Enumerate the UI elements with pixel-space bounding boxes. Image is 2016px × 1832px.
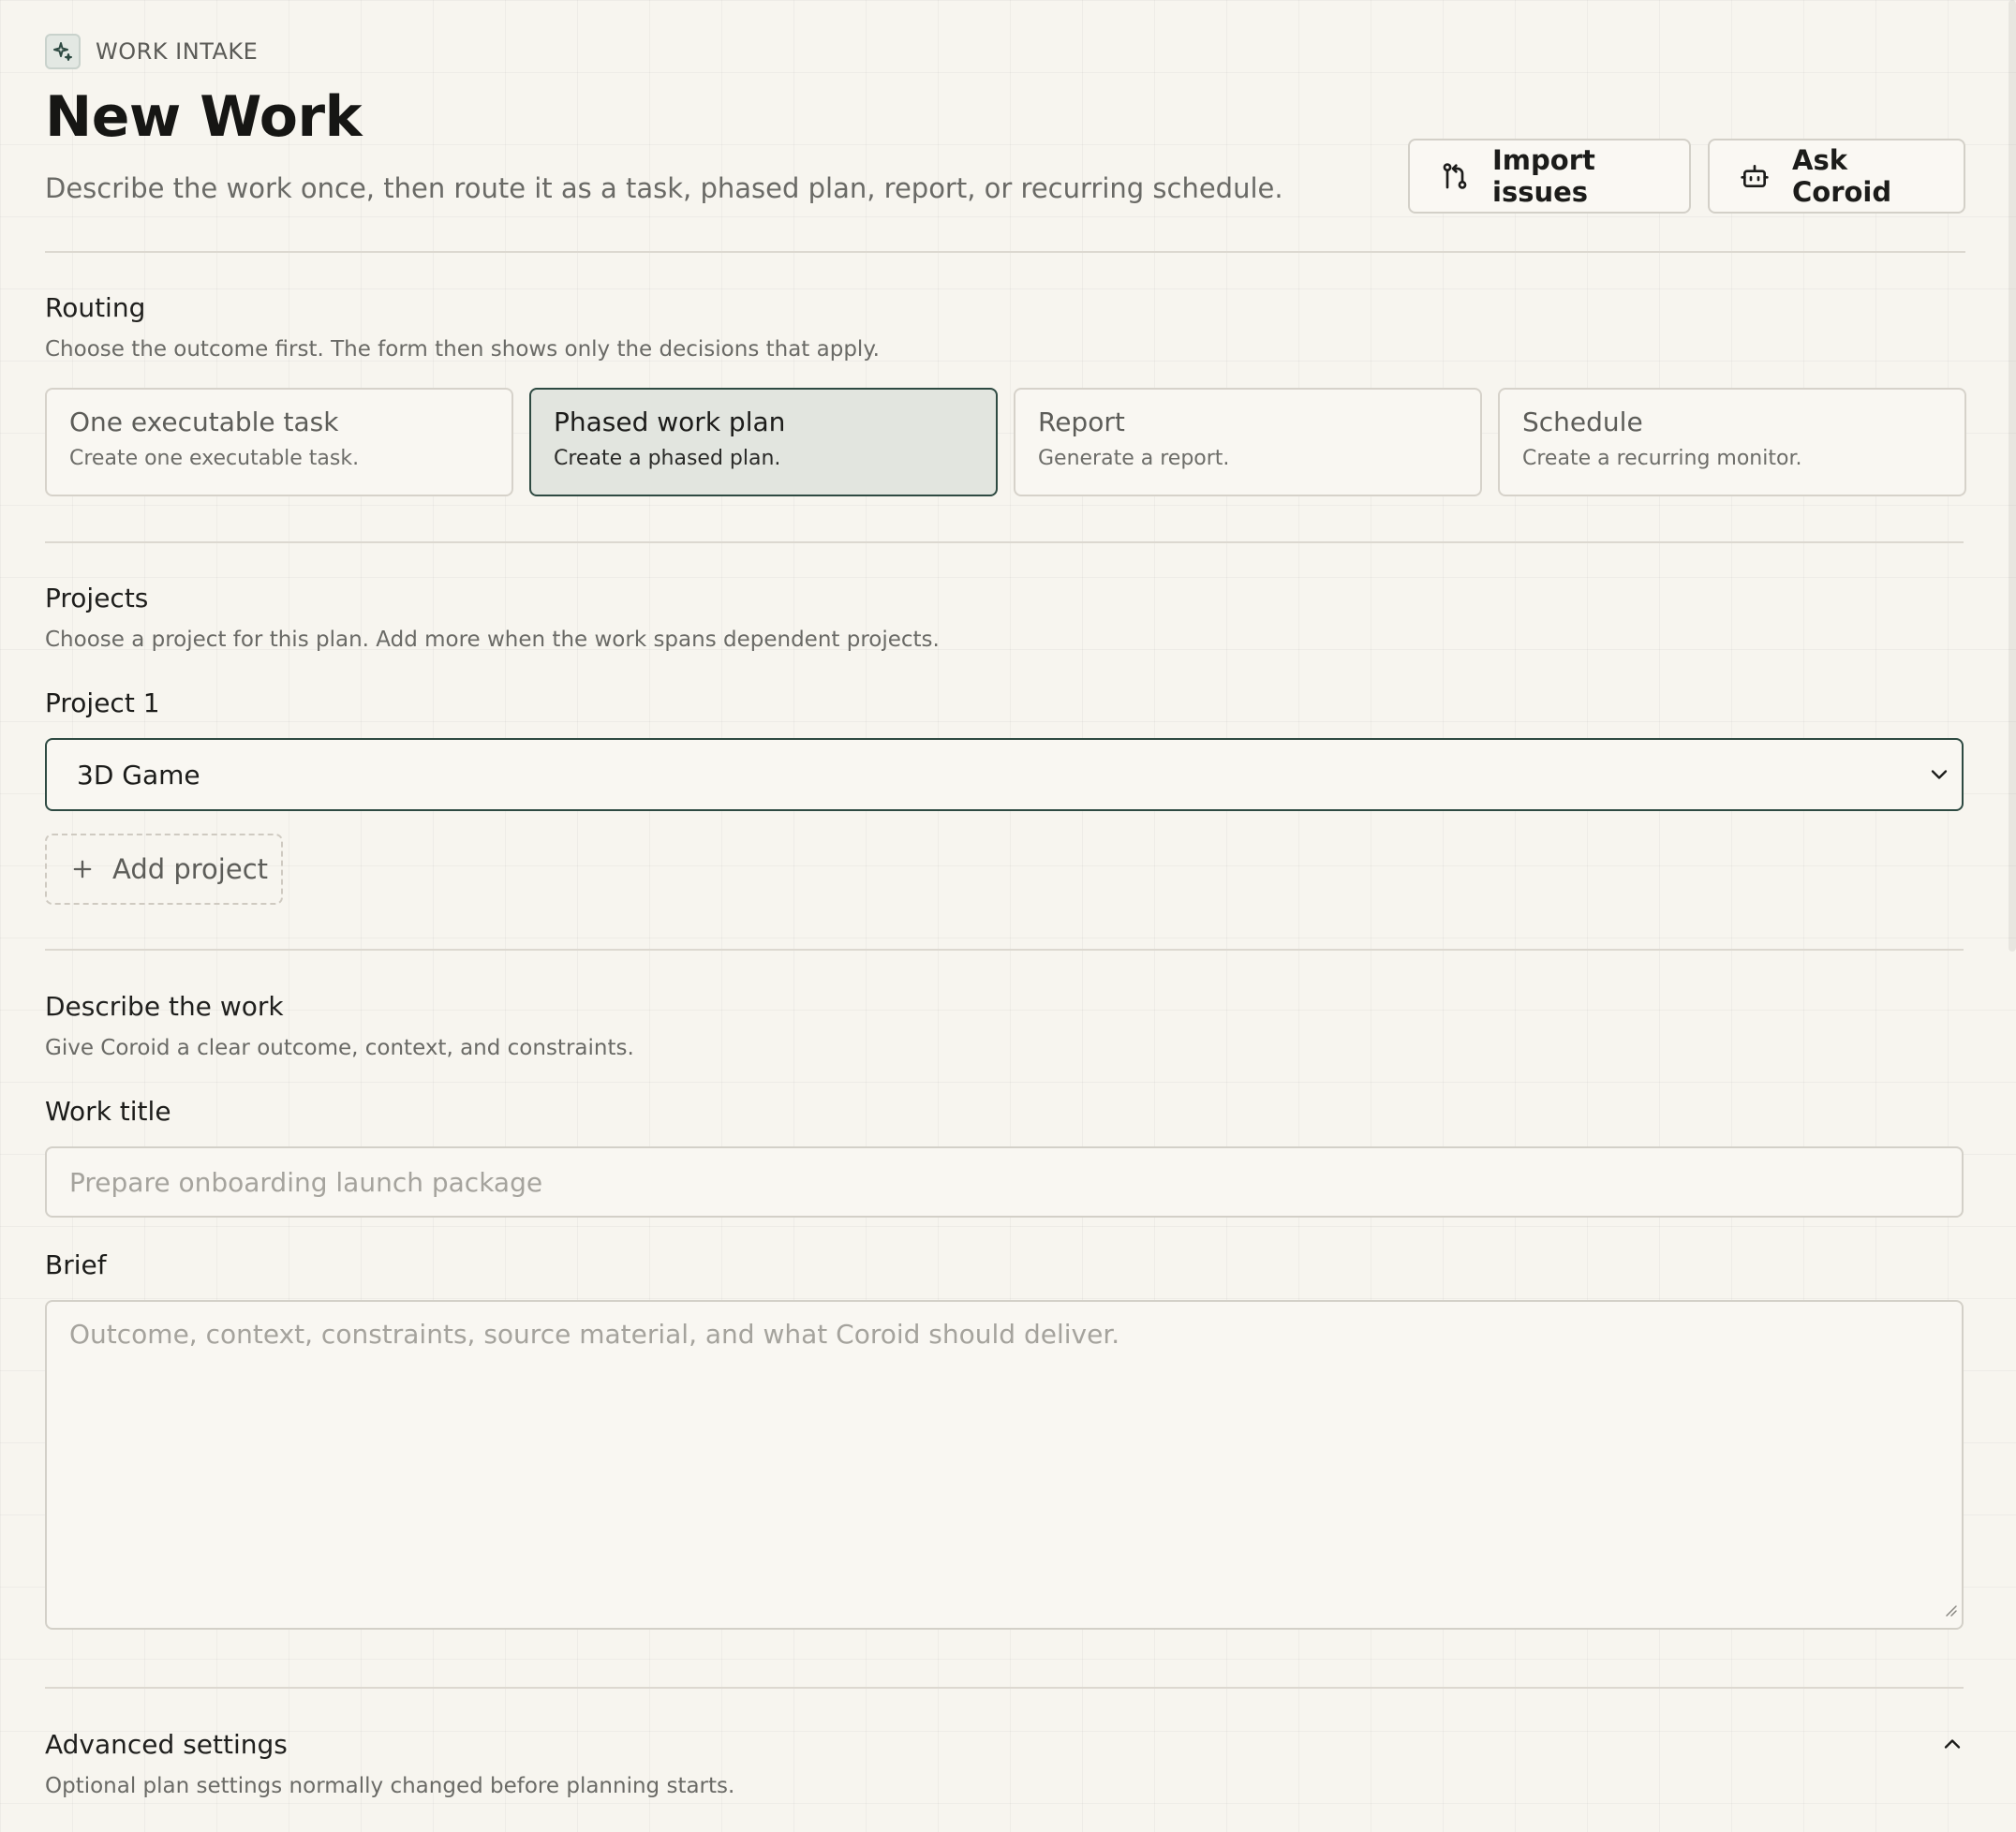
add-project-label: Add project [112,853,269,885]
routing-divider [45,541,1964,543]
advanced-settings-description: Optional plan settings normally changed … [45,1774,735,1798]
git-pull-request-icon [1440,161,1470,191]
plus-icon [69,856,96,882]
brief-placeholder: Outcome, context, constraints, source ma… [69,1319,1120,1350]
header-actions: Import issues Ask Coroid [1408,139,1965,214]
advanced-settings-title[interactable]: Advanced settings [45,1729,288,1760]
project-1-select[interactable]: 3D Game [45,738,1964,811]
routing-option-description: Create one executable task. [69,447,360,470]
projects-divider [45,949,1964,951]
page-scrollbar[interactable] [2009,0,2016,952]
sparkle-icon [45,34,81,69]
brief-label: Brief [45,1249,107,1280]
work-title-label: Work title [45,1096,171,1127]
add-project-button[interactable]: Add project [45,834,283,905]
project-select-value: 3D Game [77,759,200,790]
projects-description: Choose a project for this plan. Add more… [45,628,940,652]
routing-option-phased-plan[interactable]: Phased work plan Create a phased plan. [529,388,998,496]
routing-option-report[interactable]: Report Generate a report. [1014,388,1482,496]
robot-icon [1740,161,1770,191]
chevron-down-icon [1926,761,1952,788]
brief-textarea[interactable]: Outcome, context, constraints, source ma… [45,1300,1964,1630]
chevron-up-icon[interactable] [1939,1731,1965,1757]
routing-option-description: Generate a report. [1038,447,1230,470]
project-1-label: Project 1 [45,687,160,718]
import-issues-button[interactable]: Import issues [1408,139,1691,214]
ask-coroid-button[interactable]: Ask Coroid [1708,139,1965,214]
describe-description: Give Coroid a clear outcome, context, an… [45,1036,634,1060]
eyebrow-label: WORK INTAKE [96,38,259,65]
ask-coroid-label: Ask Coroid [1792,144,1892,208]
routing-title: Routing [45,292,146,323]
describe-divider [45,1687,1964,1689]
import-issues-label: Import issues [1492,144,1595,208]
work-title-input[interactable]: Prepare onboarding launch package [45,1146,1964,1218]
routing-description: Choose the outcome first. The form then … [45,337,880,362]
work-title-placeholder: Prepare onboarding launch package [69,1166,543,1198]
page-subtitle: Describe the work once, then route it as… [45,172,1283,204]
routing-option-schedule[interactable]: Schedule Create a recurring monitor. [1498,388,1966,496]
page-title: New Work [45,84,362,150]
routing-option-title: Schedule [1522,406,1643,437]
routing-option-description: Create a recurring monitor. [1522,447,1802,470]
routing-option-title: Report [1038,406,1125,437]
eyebrow: WORK INTAKE [45,34,258,69]
routing-options: One executable task Create one executabl… [45,388,1966,496]
resize-grip-icon[interactable] [1943,1593,1958,1624]
projects-title: Projects [45,583,149,613]
describe-title: Describe the work [45,991,284,1022]
header-divider [45,251,1965,253]
routing-option-title: Phased work plan [554,406,786,437]
routing-option-description: Create a phased plan. [554,447,781,470]
routing-option-title: One executable task [69,406,339,437]
routing-option-task[interactable]: One executable task Create one executabl… [45,388,513,496]
